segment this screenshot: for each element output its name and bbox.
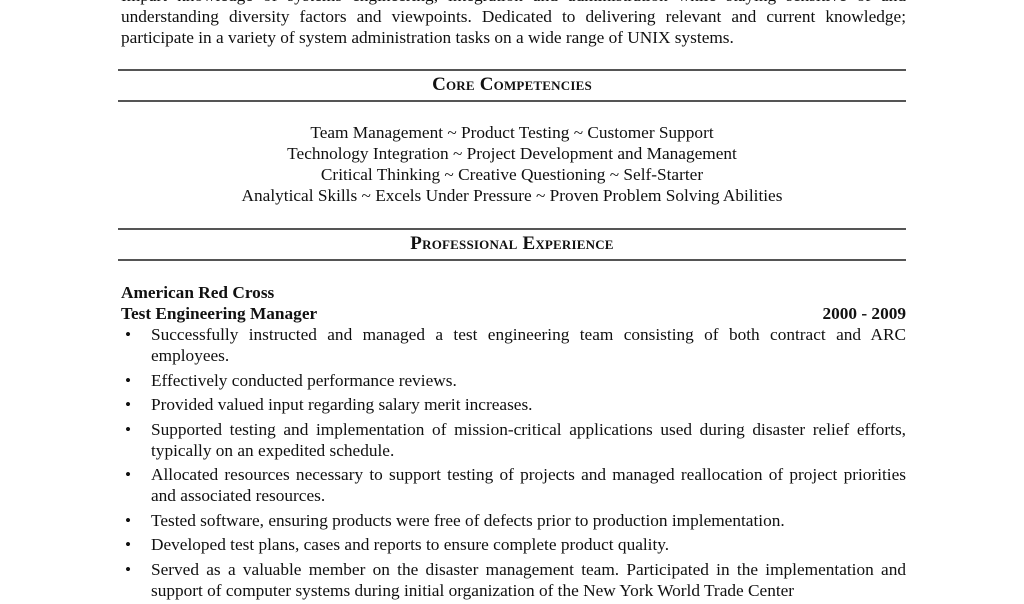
list-item-text: Supported testing and implementation of …	[151, 419, 906, 460]
list-item: • Provided valued input regarding salary…	[118, 394, 906, 415]
section-rule-top	[118, 69, 906, 71]
bullet-icon: •	[124, 559, 132, 579]
employer-name: American Red Cross	[121, 283, 275, 302]
list-item-text: Provided valued input regarding salary m…	[151, 395, 533, 414]
bullet-icon: •	[124, 535, 132, 554]
list-item: • Developed test plans, cases and report…	[118, 534, 906, 555]
competency-row: Analytical Skills ~ Excels Under Pressur…	[241, 186, 783, 205]
section-rule-bottom	[118, 259, 906, 261]
list-item-text: Tested software, ensuring products were …	[151, 510, 785, 530]
list-item: • Effectively conducted performance revi…	[118, 370, 906, 391]
competency-row: Technology Integration ~ Project Develop…	[287, 144, 737, 163]
competency-row: Team Management ~ Product Testing ~ Cust…	[310, 123, 714, 142]
summary-paragraph: Impart knowledge of systems engineering,…	[121, 0, 906, 48]
list-item-text: Allocated resources necessary to support…	[151, 465, 906, 505]
bullet-icon: •	[124, 510, 132, 530]
section-rule-bottom	[118, 100, 906, 102]
list-item-text: Successfully instructed and managed a te…	[151, 325, 906, 365]
section-title-core-competencies: Core Competencies	[432, 74, 592, 95]
bullet-icon: •	[124, 370, 132, 390]
summary-line: understanding diversity factors and view…	[121, 7, 906, 26]
resume-page: Impart knowledge of systems engineering,…	[0, 0, 1024, 600]
list-item: • Allocated resources necessary to suppo…	[118, 464, 906, 506]
list-item: • Served as a valuable member on the dis…	[118, 559, 906, 601]
section-rule-top	[118, 228, 906, 230]
list-item: • Supported testing and implementation o…	[118, 419, 906, 461]
list-item: • Successfully instructed and managed a …	[118, 324, 906, 366]
list-item-text: Served as a valuable member on the disas…	[151, 559, 906, 600]
section-title-professional-experience: Professional Experience	[410, 233, 614, 254]
bullet-icon: •	[124, 465, 132, 484]
list-item-text: Effectively conducted performance review…	[151, 370, 457, 390]
list-item-text: Developed test plans, cases and reports …	[151, 535, 670, 554]
job-title: Test Engineering Manager	[121, 304, 318, 323]
competencies-list: Team Management ~ Product Testing ~ Cust…	[118, 122, 906, 206]
responsibilities-list: • Successfully instructed and managed a …	[118, 324, 906, 604]
job-dates: 2000 - 2009	[822, 304, 906, 323]
bullet-icon: •	[124, 325, 132, 344]
summary-line: participate in a variety of system admin…	[121, 28, 734, 47]
competency-row: Critical Thinking ~ Creative Questioning…	[320, 165, 704, 184]
list-item: • Tested software, ensuring products wer…	[118, 510, 906, 531]
bullet-icon: •	[124, 419, 132, 439]
bullet-icon: •	[124, 395, 132, 414]
